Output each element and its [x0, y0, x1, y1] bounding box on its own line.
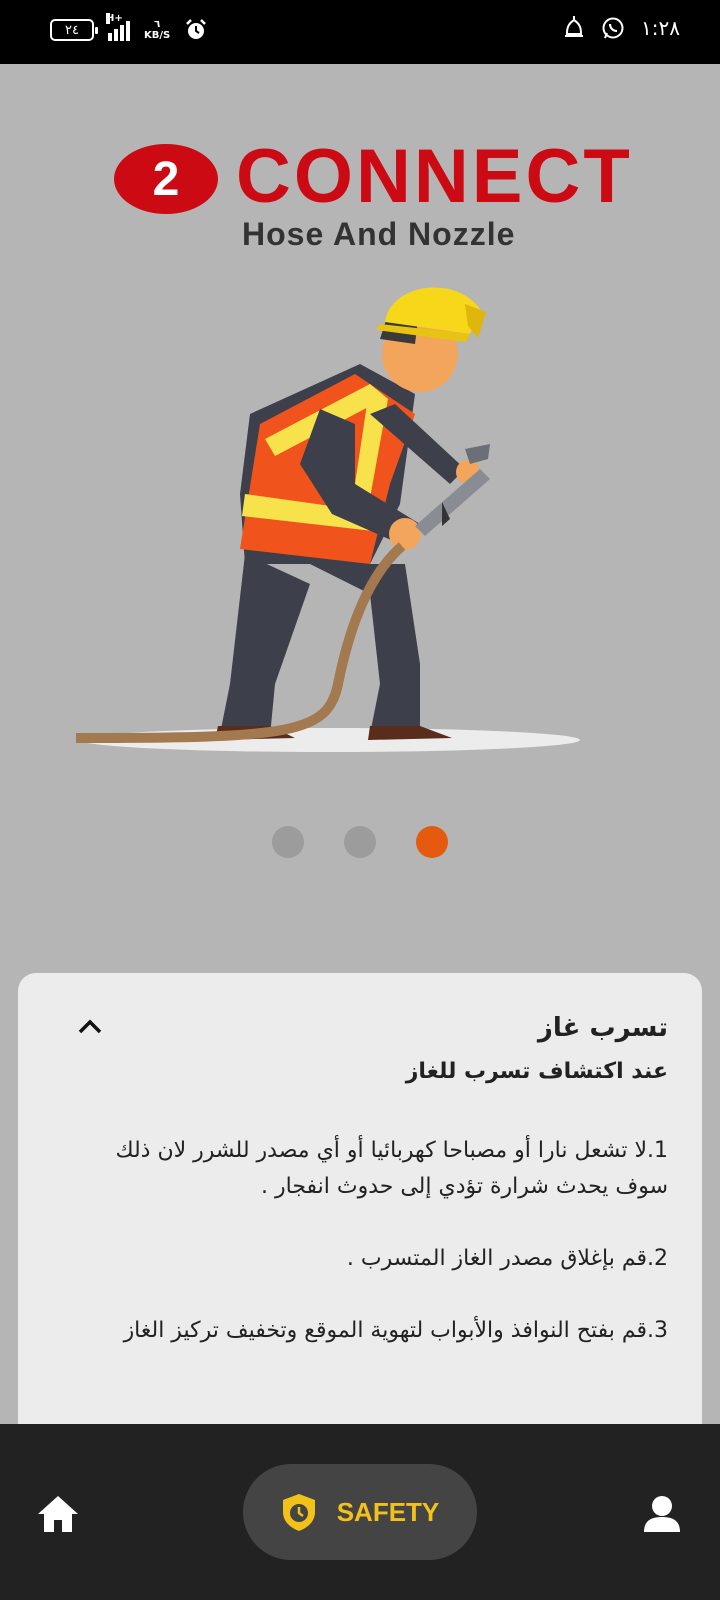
step-title: CONNECT	[236, 134, 633, 219]
chevron-up-icon[interactable]	[76, 1013, 104, 1041]
home-icon[interactable]	[36, 1494, 80, 1534]
mosque-icon	[565, 16, 584, 37]
onboarding-slide[interactable]: 2 CONNECT Hose And Nozzle	[0, 64, 720, 954]
instruction-step: 1.لا تشعل نارا أو مصباحا كهربائيا أو أي …	[115, 1138, 668, 1199]
network-speed: ٦ KB/S	[144, 19, 170, 41]
page-dot[interactable]	[272, 826, 304, 858]
user-icon[interactable]	[642, 1494, 682, 1534]
shield-clock-icon	[282, 1494, 315, 1531]
signal-icon: H+	[106, 13, 130, 41]
step-number: 2	[152, 152, 180, 206]
step-subtitle: Hose And Nozzle	[242, 216, 516, 252]
step-number-badge: 2	[114, 144, 218, 214]
battery-indicator: ٢٤	[50, 19, 98, 41]
bottom-navigation: SAFETY	[0, 1424, 720, 1600]
page-dot[interactable]	[344, 826, 376, 858]
status-bar: ٢٤ H+ ٦ KB/S ١:٢٨	[0, 0, 720, 64]
status-time: ١:٢٨	[641, 16, 680, 40]
nav-safety-label: SAFETY	[336, 1496, 440, 1527]
card-subtitle: عند اكتشاف تسرب للغاز	[405, 1059, 668, 1084]
instruction-step: 2.قم بإغلاق مصدر الغاز المتسرب .	[346, 1246, 668, 1271]
page-dot[interactable]	[416, 826, 448, 858]
worker-illustration	[75, 287, 580, 752]
battery-level: ٢٤	[65, 22, 79, 38]
card-title: تسرب غاز	[537, 1013, 668, 1043]
network-type: H+	[106, 13, 123, 24]
speed-unit: KB/S	[144, 30, 171, 41]
speed-value: ٦	[154, 19, 161, 30]
instruction-step: 3.قم بفتح النوافذ والأبواب لتهوية الموقع…	[123, 1318, 668, 1343]
page-indicator	[0, 826, 720, 858]
instruction-list: 1.لا تشعل نارا أو مصباحا كهربائيا أو أي …	[68, 1133, 668, 1385]
whatsapp-icon	[602, 17, 624, 39]
alarm-icon	[186, 19, 207, 39]
nav-safety-button[interactable]: SAFETY	[243, 1464, 477, 1560]
gas-leak-card: تسرب غاز عند اكتشاف تسرب للغاز 1.لا تشعل…	[18, 973, 702, 1433]
